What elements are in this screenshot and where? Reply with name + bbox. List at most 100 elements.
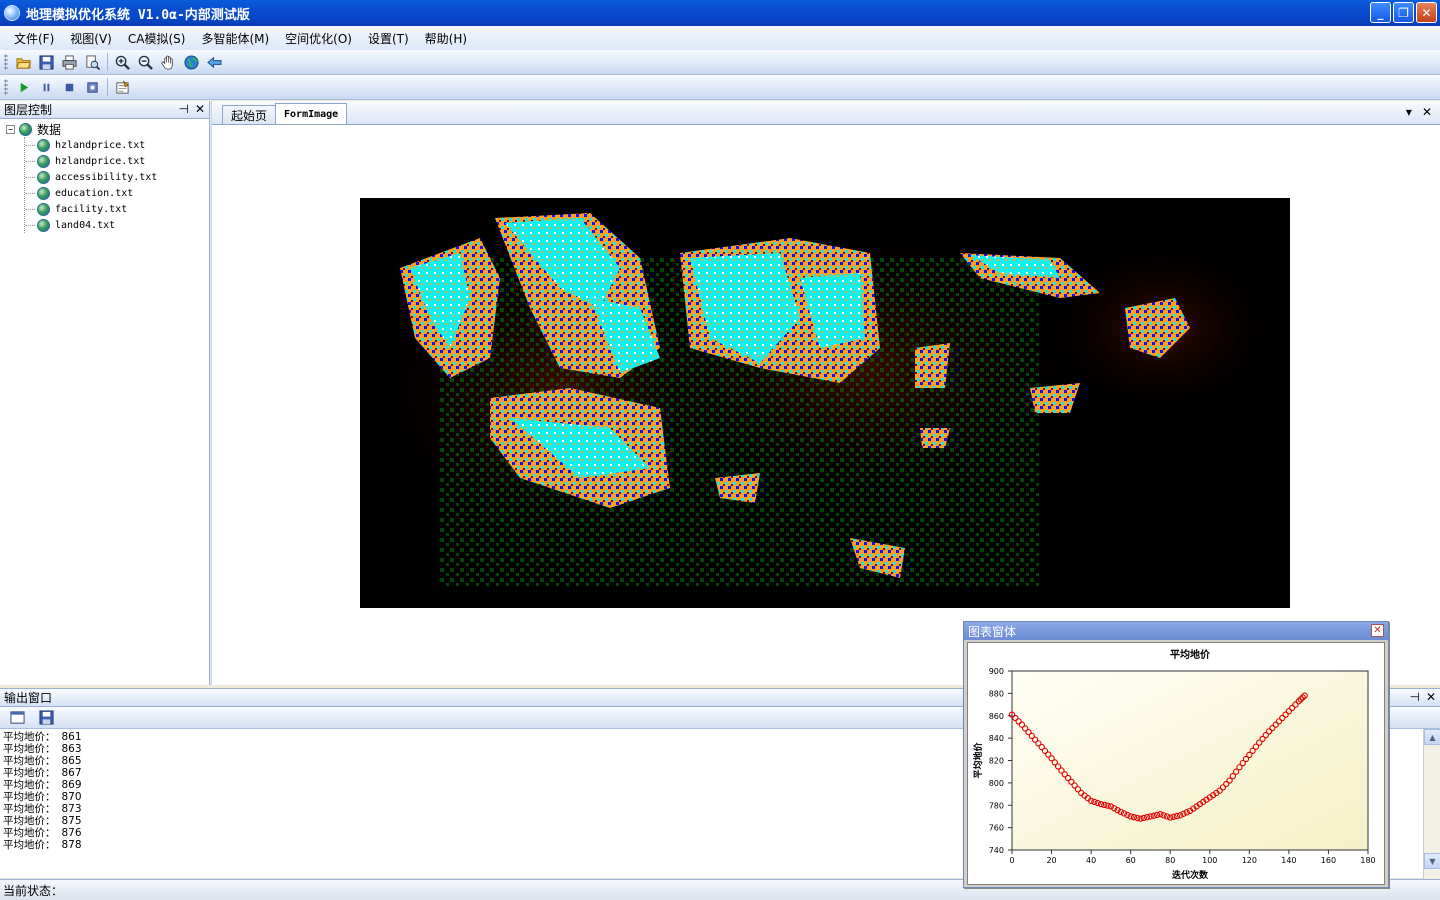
open-folder-icon bbox=[15, 57, 31, 69]
menu-view[interactable]: 视图(V) bbox=[62, 30, 120, 47]
output-panel-title: 输出窗口 bbox=[4, 691, 53, 705]
scroll-down-button[interactable]: ▼ bbox=[1424, 853, 1440, 869]
close-icon: ✕ bbox=[1421, 5, 1432, 20]
output-label: 平均地价： bbox=[3, 731, 56, 743]
layer-globe-icon bbox=[37, 218, 50, 232]
properties-button[interactable] bbox=[111, 77, 133, 97]
output-value: 873 bbox=[61, 803, 82, 815]
tab-close-icon[interactable]: ✕ bbox=[1422, 105, 1432, 119]
menu-spatial-optimization[interactable]: 空间优化(O) bbox=[277, 30, 360, 47]
zoom-out-button[interactable] bbox=[134, 52, 156, 72]
x-tick-label: 140 bbox=[1281, 856, 1296, 865]
properties-icon bbox=[115, 80, 129, 94]
close-icon[interactable]: ✕ bbox=[1426, 690, 1436, 704]
chart-window[interactable]: 图表窗体 ✕ 平均地价 740 760 780 800 820 840 860 880 900 … bbox=[963, 621, 1389, 888]
output-value: 867 bbox=[61, 767, 82, 779]
layer-item[interactable]: hzlandprice.txt bbox=[25, 153, 209, 169]
layer-globe-icon bbox=[37, 202, 50, 216]
output-value: 869 bbox=[61, 779, 82, 791]
output-value: 876 bbox=[61, 827, 82, 839]
close-icon[interactable]: ✕ bbox=[195, 102, 205, 116]
y-tick-label: 740 bbox=[989, 846, 1004, 855]
x-tick-label: 20 bbox=[1046, 856, 1056, 865]
y-tick-label: 880 bbox=[989, 689, 1004, 698]
y-tick-label: 860 bbox=[989, 712, 1004, 721]
print-preview-button[interactable] bbox=[81, 52, 103, 72]
close-window-button[interactable]: ✕ bbox=[1416, 2, 1437, 23]
layer-item[interactable]: hzlandprice.txt bbox=[25, 137, 209, 153]
map-image[interactable] bbox=[360, 198, 1290, 608]
zoom-in-button[interactable] bbox=[111, 52, 133, 72]
chart-window-titlebar[interactable]: 图表窗体 ✕ bbox=[964, 622, 1388, 640]
output-label: 平均地价： bbox=[3, 803, 56, 815]
status-label: 当前状态： bbox=[3, 883, 64, 898]
x-tick-label: 0 bbox=[1009, 856, 1014, 865]
pan-button[interactable] bbox=[157, 52, 179, 72]
window-title: 地理模拟优化系统 V1.0α-内部测试版 bbox=[26, 7, 250, 23]
collapse-icon[interactable]: − bbox=[6, 124, 15, 134]
output-label: 平均地价： bbox=[3, 791, 56, 803]
menu-settings[interactable]: 设置(T) bbox=[360, 30, 417, 47]
main-toolbar bbox=[0, 50, 1440, 75]
tree-root-data[interactable]: − 数据 bbox=[6, 121, 209, 137]
layer-item[interactable]: land04.txt bbox=[25, 217, 209, 233]
maximize-button[interactable]: ❐ bbox=[1393, 2, 1414, 23]
globe-icon bbox=[19, 122, 32, 136]
layer-list: hzlandprice.txt hzlandprice.txt accessib… bbox=[24, 137, 209, 233]
print-button[interactable] bbox=[58, 52, 80, 72]
x-tick-label: 180 bbox=[1360, 856, 1375, 865]
save-button[interactable] bbox=[35, 52, 57, 72]
layer-item[interactable]: facility.txt bbox=[25, 201, 209, 217]
tree-root-label: 数据 bbox=[37, 122, 62, 137]
run-button[interactable] bbox=[12, 77, 34, 97]
output-value: 870 bbox=[61, 791, 82, 803]
layer-item[interactable]: accessibility.txt bbox=[25, 169, 209, 185]
layer-item[interactable]: education.txt bbox=[25, 185, 209, 201]
layer-globe-icon bbox=[37, 154, 50, 168]
y-tick-label: 840 bbox=[989, 734, 1004, 743]
x-tick-label: 40 bbox=[1086, 856, 1096, 865]
pin-icon[interactable]: ⊣ bbox=[1409, 690, 1419, 704]
layer-control-panel: 图层控制 ⊣ ✕ − 数据 hzlandprice.txt hzlandpric… bbox=[0, 101, 210, 685]
chart-close-button[interactable]: ✕ bbox=[1371, 624, 1384, 637]
layer-globe-icon bbox=[37, 138, 50, 152]
save-icon bbox=[38, 710, 54, 725]
toolbar-separator bbox=[107, 78, 108, 96]
scroll-up-button[interactable]: ▲ bbox=[1424, 729, 1440, 745]
play-icon bbox=[20, 82, 28, 92]
pause-button[interactable] bbox=[35, 77, 57, 97]
menu-ca-simulation[interactable]: CA模拟(S) bbox=[120, 30, 194, 47]
full-extent-button[interactable] bbox=[180, 52, 202, 72]
minimize-button[interactable]: _ bbox=[1370, 2, 1391, 23]
tab-start-page[interactable]: 起始页 bbox=[222, 105, 277, 124]
restore-icon: ❐ bbox=[1398, 5, 1409, 20]
y-tick-label: 800 bbox=[989, 779, 1004, 788]
menu-multi-agent[interactable]: 多智能体(M) bbox=[193, 30, 277, 47]
output-label: 平均地价： bbox=[3, 815, 56, 827]
open-button[interactable] bbox=[12, 52, 34, 72]
clear-output-button[interactable] bbox=[6, 708, 28, 728]
pan-hand-icon bbox=[161, 55, 173, 69]
stop-button[interactable] bbox=[58, 77, 80, 97]
toolbar-grip[interactable] bbox=[4, 79, 8, 95]
output-value: 861 bbox=[61, 731, 82, 743]
y-tick-label: 760 bbox=[989, 824, 1004, 833]
pin-icon[interactable]: ⊣ bbox=[178, 102, 188, 116]
layer-item-label: hzlandprice.txt bbox=[55, 139, 146, 151]
tab-dropdown-icon[interactable]: ▾ bbox=[1406, 105, 1412, 119]
output-scrollbar[interactable]: ▲ ▼ bbox=[1423, 729, 1440, 879]
back-button[interactable] bbox=[203, 52, 225, 72]
save-output-button[interactable] bbox=[35, 708, 57, 728]
output-value: 865 bbox=[61, 755, 82, 767]
x-tick-label: 80 bbox=[1165, 856, 1175, 865]
toolbar-grip[interactable] bbox=[4, 54, 8, 70]
tab-form-image[interactable]: FormImage bbox=[275, 103, 348, 124]
y-tick-label: 820 bbox=[989, 757, 1004, 766]
menu-help[interactable]: 帮助(H) bbox=[417, 30, 475, 47]
print-icon bbox=[61, 54, 77, 70]
layer-item-label: accessibility.txt bbox=[55, 171, 158, 183]
menu-file[interactable]: 文件(F) bbox=[6, 30, 62, 47]
y-tick-label: 780 bbox=[989, 801, 1004, 810]
step-button[interactable] bbox=[81, 77, 103, 97]
print-preview-icon bbox=[85, 54, 100, 70]
